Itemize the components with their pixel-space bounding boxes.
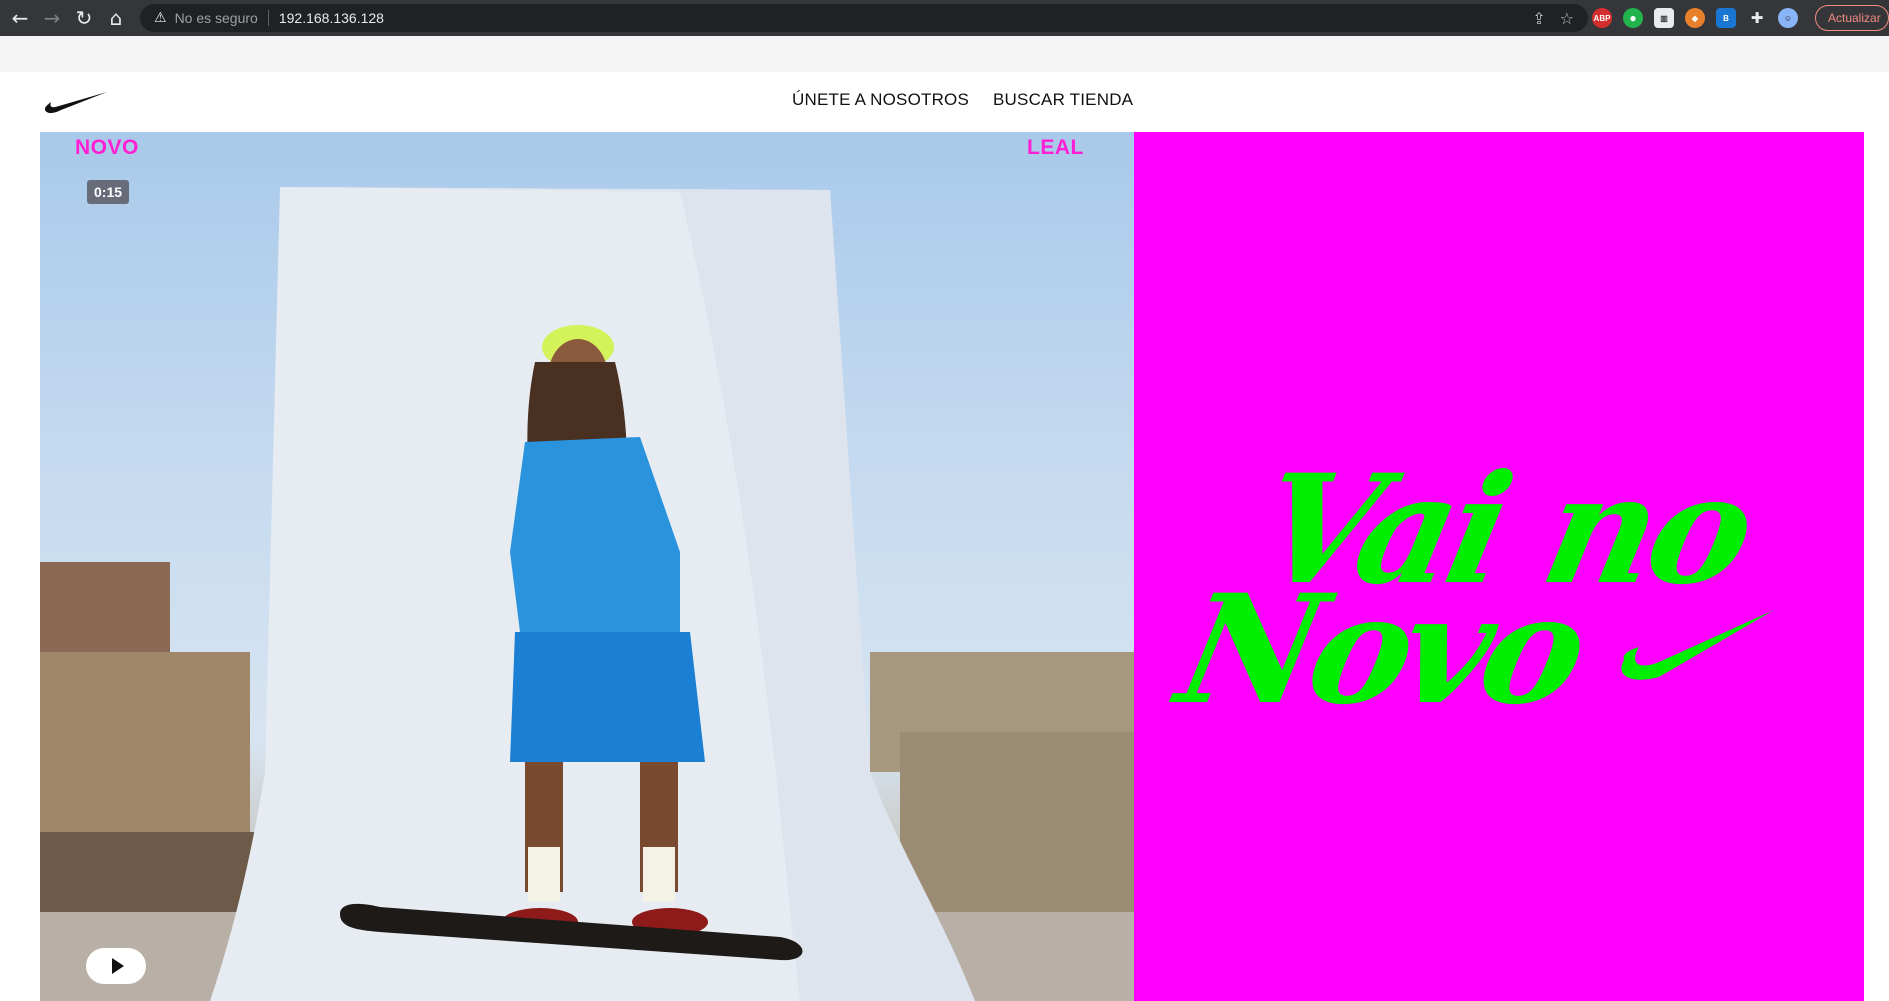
promo-panel[interactable]: Vai no Novo bbox=[1134, 132, 1864, 1001]
address-bar[interactable]: ⚠ No es seguro 192.168.136.128 ⇪ ☆ bbox=[140, 4, 1588, 32]
reload-icon[interactable]: ↻ bbox=[68, 2, 100, 34]
bookmark-star-icon[interactable]: ☆ bbox=[1560, 9, 1574, 28]
video-label-leal: LEAL bbox=[1027, 136, 1084, 159]
chart-extension-icon[interactable]: ▥ bbox=[1654, 8, 1674, 28]
promo-graphic: Vai no Novo bbox=[1161, 442, 1774, 738]
separator bbox=[267, 10, 269, 26]
promo-swoosh-icon bbox=[1621, 610, 1774, 680]
play-icon bbox=[111, 958, 124, 974]
omnibox-actions: ⇪ ☆ bbox=[1532, 4, 1574, 32]
video-duration-badge: 0:15 bbox=[87, 180, 130, 204]
promo-headline-line2: Novo bbox=[1161, 562, 1599, 738]
hero-video[interactable]: NOVO LEAL 0:15 bbox=[40, 132, 1134, 1001]
page-top-strip bbox=[0, 36, 1889, 72]
security-label[interactable]: No es seguro bbox=[175, 10, 258, 26]
update-button[interactable]: Actualizar bbox=[1815, 5, 1889, 31]
nav-find-store[interactable]: BUSCAR TIENDA bbox=[993, 90, 1133, 110]
extensions-puzzle-icon[interactable]: ✚ bbox=[1747, 8, 1767, 28]
hero-section: NOVO LEAL 0:15 Vai no Novo bbox=[40, 132, 1864, 1001]
back-icon[interactable]: ← bbox=[4, 2, 36, 34]
warning-icon[interactable]: ⚠ bbox=[154, 10, 167, 26]
video-frame-image bbox=[40, 187, 1134, 1001]
share-icon[interactable]: ⇪ bbox=[1532, 9, 1545, 28]
site-header: ÚNETE A NOSOTROS BUSCAR TIENDA bbox=[0, 72, 1889, 132]
adblock-plus-icon[interactable]: ABP bbox=[1592, 8, 1612, 28]
forward-icon[interactable]: → bbox=[36, 2, 68, 34]
play-button[interactable] bbox=[86, 948, 146, 984]
b-extension-icon[interactable]: B bbox=[1716, 8, 1736, 28]
url-text[interactable]: 192.168.136.128 bbox=[279, 10, 384, 26]
nav-join-us[interactable]: ÚNETE A NOSOTROS bbox=[792, 90, 969, 110]
profile-avatar-icon[interactable]: ☺ bbox=[1778, 8, 1798, 28]
extensions-area: ABP ● ▥ ◆ B ✚ ☺ bbox=[1592, 6, 1798, 30]
home-icon[interactable]: ⌂ bbox=[100, 2, 132, 34]
green-extension-icon[interactable]: ● bbox=[1623, 8, 1643, 28]
swoosh-logo[interactable] bbox=[45, 90, 107, 114]
browser-toolbar: ← → ↻ ⌂ ⚠ No es seguro 192.168.136.128 ⇪… bbox=[0, 0, 1889, 36]
fox-extension-icon[interactable]: ◆ bbox=[1685, 8, 1705, 28]
video-label-novo: NOVO bbox=[75, 136, 139, 159]
main-nav: ÚNETE A NOSOTROS BUSCAR TIENDA bbox=[792, 90, 1133, 110]
